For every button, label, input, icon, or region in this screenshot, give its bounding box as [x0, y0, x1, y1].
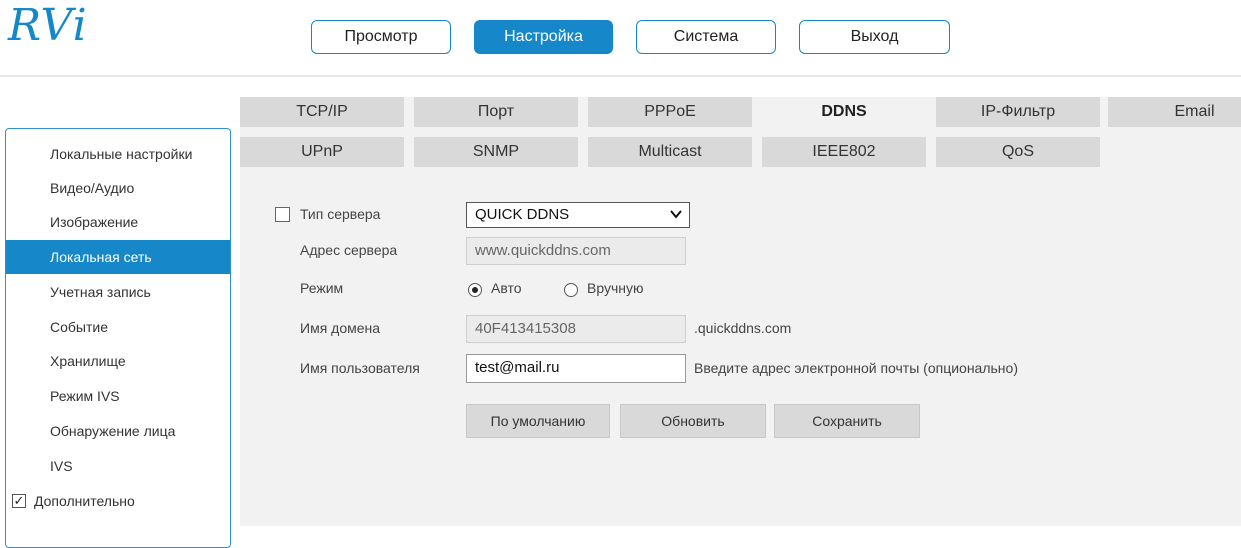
tab-ieee802[interactable]: IEEE802	[762, 137, 926, 167]
sidebar-item-ivs-mode[interactable]: Режим IVS	[6, 379, 230, 413]
nav-view-button[interactable]: Просмотр	[311, 20, 451, 54]
nav-system-button[interactable]: Система	[636, 20, 776, 54]
settings-sidebar: Локальные настройки Видео/Аудио Изображе…	[5, 128, 231, 548]
tab-tcp-ip[interactable]: TCP/IP	[240, 97, 404, 127]
tab-ip-filter[interactable]: IP-Фильтр	[936, 97, 1100, 127]
username-label: Имя пользователя	[300, 360, 420, 376]
ddns-settings-panel: TCP/IP Порт PPPoE DDNS IP-Фильтр Email U…	[240, 97, 1241, 526]
sidebar-item-image[interactable]: Изображение	[6, 205, 230, 239]
default-button[interactable]: По умолчанию	[466, 404, 610, 438]
mode-auto-label: Авто	[491, 280, 522, 296]
save-button[interactable]: Сохранить	[774, 404, 920, 438]
sidebar-item-video-audio[interactable]: Видео/Аудио	[6, 171, 230, 205]
nav-logout-button[interactable]: Выход	[799, 20, 950, 54]
username-hint: Введите адрес электронной почты (опциона…	[694, 360, 1018, 376]
mode-auto-radio[interactable]	[468, 283, 482, 297]
nav-settings-button[interactable]: Настройка	[474, 20, 613, 54]
server-type-checkbox[interactable]	[275, 207, 290, 222]
tab-pppoe[interactable]: PPPoE	[588, 97, 752, 127]
server-type-label: Тип сервера	[300, 206, 381, 222]
sidebar-item-local-settings[interactable]: Локальные настройки	[6, 137, 230, 171]
sidebar-item-face-detection[interactable]: Обнаружение лица	[6, 414, 230, 448]
server-address-field[interactable]: www.quickddns.com	[466, 237, 686, 265]
username-field[interactable]: test@mail.ru	[466, 354, 686, 383]
mode-manual-radio[interactable]	[564, 283, 578, 297]
sidebar-item-storage[interactable]: Хранилище	[6, 344, 230, 378]
refresh-button[interactable]: Обновить	[620, 404, 766, 438]
domain-label: Имя домена	[300, 320, 381, 336]
tab-email[interactable]: Email	[1108, 97, 1241, 127]
mode-label: Режим	[300, 280, 344, 296]
sidebar-item-ivs[interactable]: IVS	[6, 449, 230, 483]
advanced-checkbox[interactable]: ✓	[12, 494, 26, 508]
sidebar-item-account[interactable]: Учетная запись	[6, 275, 230, 309]
sidebar-item-advanced-label: Дополнительно	[34, 493, 135, 509]
domain-suffix: .quickddns.com	[694, 320, 792, 336]
tab-upnp[interactable]: UPnP	[240, 137, 404, 167]
header-divider	[0, 75, 1241, 77]
chevron-down-icon	[670, 210, 682, 219]
tab-ddns[interactable]: DDNS	[762, 97, 926, 127]
server-type-select[interactable]: QUICK DDNS	[466, 202, 690, 228]
rvi-logo: RVi	[8, 0, 88, 51]
server-type-value: QUICK DDNS	[475, 206, 570, 223]
tab-snmp[interactable]: SNMP	[414, 137, 578, 167]
tab-port[interactable]: Порт	[414, 97, 578, 127]
sidebar-item-event[interactable]: Событие	[6, 310, 230, 344]
tab-qos[interactable]: QoS	[936, 137, 1100, 167]
server-address-label: Адрес сервера	[300, 242, 398, 258]
sidebar-item-network[interactable]: Локальная сеть	[6, 240, 230, 274]
tab-multicast[interactable]: Multicast	[588, 137, 752, 167]
domain-field[interactable]: 40F413415308	[466, 315, 686, 343]
mode-manual-label: Вручную	[587, 280, 644, 296]
sidebar-item-advanced[interactable]: ✓ Дополнительно	[6, 484, 230, 518]
